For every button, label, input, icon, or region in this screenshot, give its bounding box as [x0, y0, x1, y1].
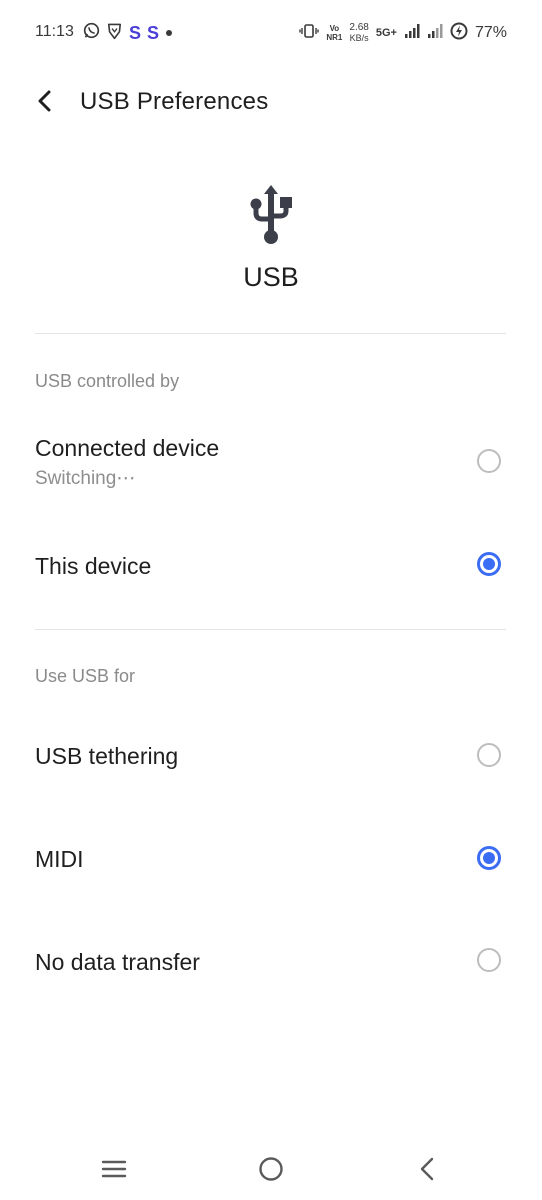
option-label: Connected device [35, 435, 220, 461]
s-app-icon: S [147, 23, 160, 43]
network-speed: 2.68 KB/s [349, 22, 369, 43]
usb-icon [248, 183, 294, 247]
option-label: MIDI [35, 846, 84, 872]
brave-icon [106, 22, 123, 45]
section-header-use-usb-for: Use USB for [35, 666, 136, 686]
option-label: USB tethering [35, 743, 179, 769]
option-this-device[interactable]: This device [0, 520, 542, 610]
option-no-data-transfer[interactable]: No data transfer [0, 915, 542, 1007]
home-icon [258, 1156, 284, 1187]
radio-usb-tethering[interactable] [477, 743, 501, 767]
option-sublabel: Switching⋯ [35, 468, 136, 489]
radio-midi[interactable] [477, 846, 501, 870]
page-title: USB Preferences [80, 88, 269, 115]
radio-this-device[interactable] [477, 552, 501, 576]
option-usb-tethering[interactable]: USB tethering [0, 710, 542, 802]
vibrate-icon [299, 23, 320, 43]
network-type: 5G+ [375, 27, 397, 39]
status-indicators: Vo NR1 2.68 KB/s 5G+ 77% [299, 20, 507, 46]
notification-icons: S S [83, 22, 173, 44]
usb-title: USB [243, 262, 299, 292]
option-label: No data transfer [35, 949, 200, 975]
back-button[interactable] [28, 86, 62, 120]
radio-connected-device[interactable] [477, 449, 501, 473]
radio-no-data-transfer[interactable] [477, 948, 501, 972]
signal-icon [427, 23, 443, 43]
navigation-bar [0, 1140, 542, 1200]
notification-dot-icon [165, 24, 173, 42]
battery-charging-icon [450, 22, 468, 45]
recents-button[interactable] [94, 1154, 134, 1188]
option-label: This device [35, 553, 152, 579]
option-connected-device[interactable]: Connected device Switching⋯ [0, 415, 542, 510]
home-button[interactable] [251, 1154, 291, 1188]
volte-indicator: Vo NR1 [326, 24, 343, 42]
status-time: 11:13 [35, 23, 74, 40]
nav-back-button[interactable] [407, 1154, 447, 1188]
s-app-icon: S [129, 23, 142, 43]
section-header-controlled-by: USB controlled by [35, 371, 180, 391]
menu-icon [101, 1159, 127, 1184]
divider [35, 333, 506, 334]
divider [35, 629, 506, 630]
signal-icon [404, 23, 420, 43]
whatsapp-icon [83, 22, 100, 44]
battery-percent: 77% [474, 24, 507, 41]
back-icon [419, 1157, 435, 1186]
status-bar: 11:13 S S Vo NR1 2.68 KB/s 5G+ 77% [0, 0, 542, 64]
chevron-left-icon [36, 90, 54, 117]
option-midi[interactable]: MIDI [0, 812, 542, 904]
